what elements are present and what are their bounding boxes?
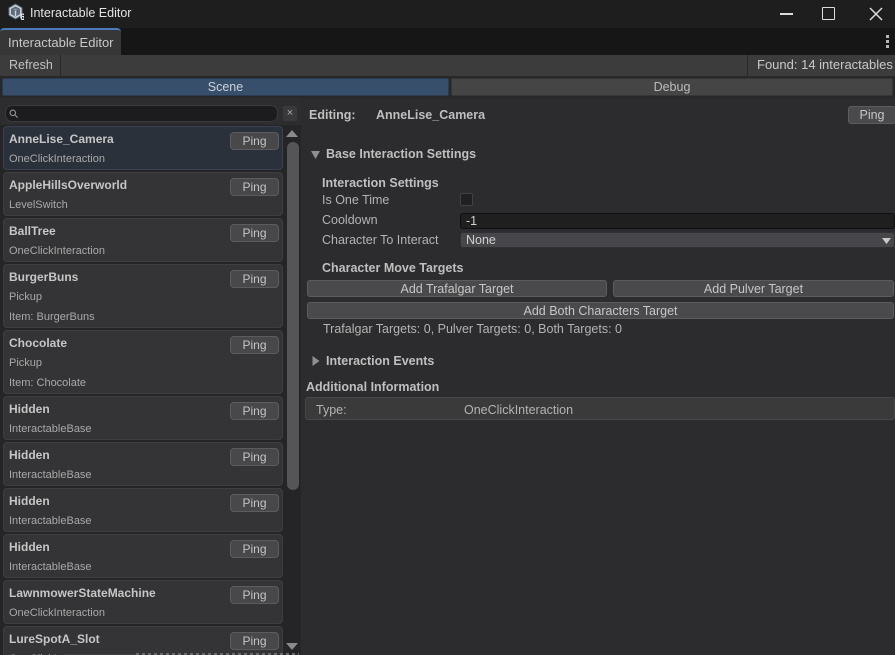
svg-text:6: 6	[20, 12, 24, 21]
